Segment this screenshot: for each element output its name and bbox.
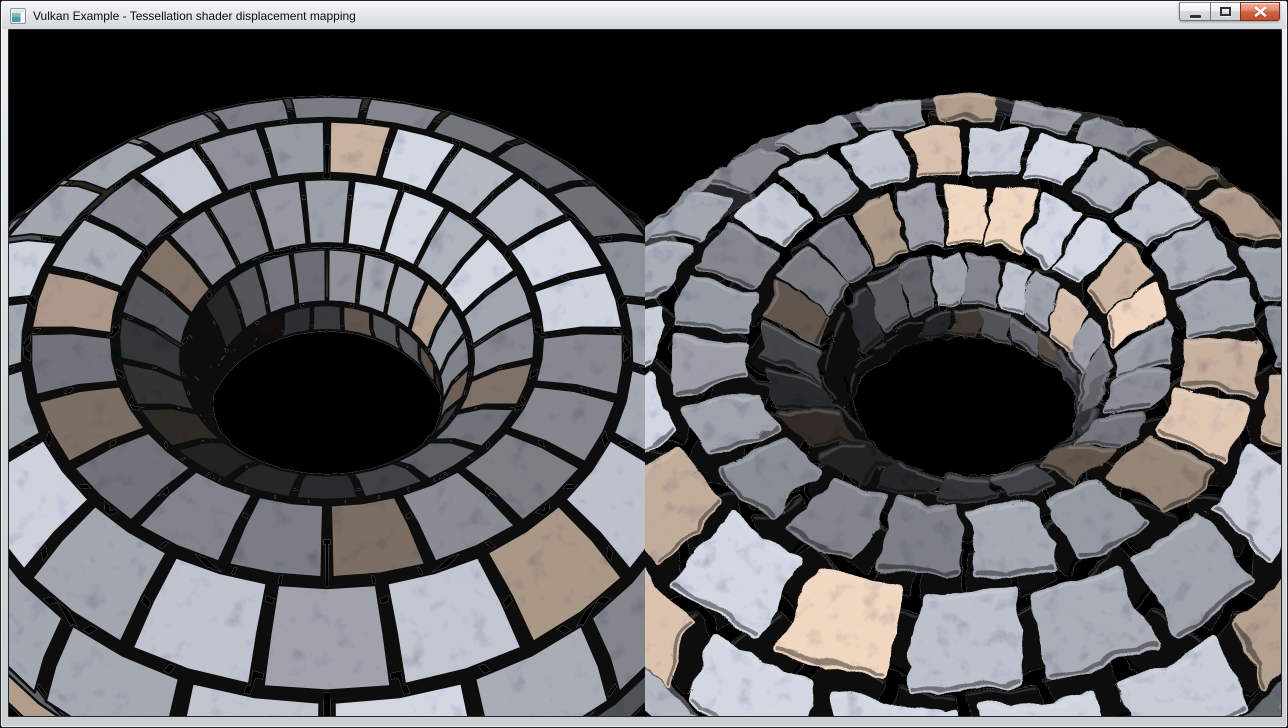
vulkan-example-window: Vulkan Example - Tessellation shader dis…	[0, 0, 1288, 728]
title-bar[interactable]: Vulkan Example - Tessellation shader dis…	[2, 2, 1286, 29]
minimize-button[interactable]	[1179, 2, 1211, 21]
minimize-icon	[1190, 15, 1201, 18]
vulkan-viewport[interactable]	[9, 30, 1281, 716]
maximize-button[interactable]	[1210, 2, 1241, 21]
app-icon	[10, 8, 26, 24]
torus-displacement-panel	[546, 30, 1281, 716]
maximize-icon	[1220, 7, 1231, 16]
torus-no-displacement-panel	[9, 30, 743, 716]
close-button[interactable]	[1240, 2, 1280, 21]
render-client-area	[8, 29, 1282, 717]
close-icon	[1254, 6, 1267, 17]
window-controls	[1179, 2, 1280, 21]
window-title: Vulkan Example - Tessellation shader dis…	[33, 9, 356, 23]
